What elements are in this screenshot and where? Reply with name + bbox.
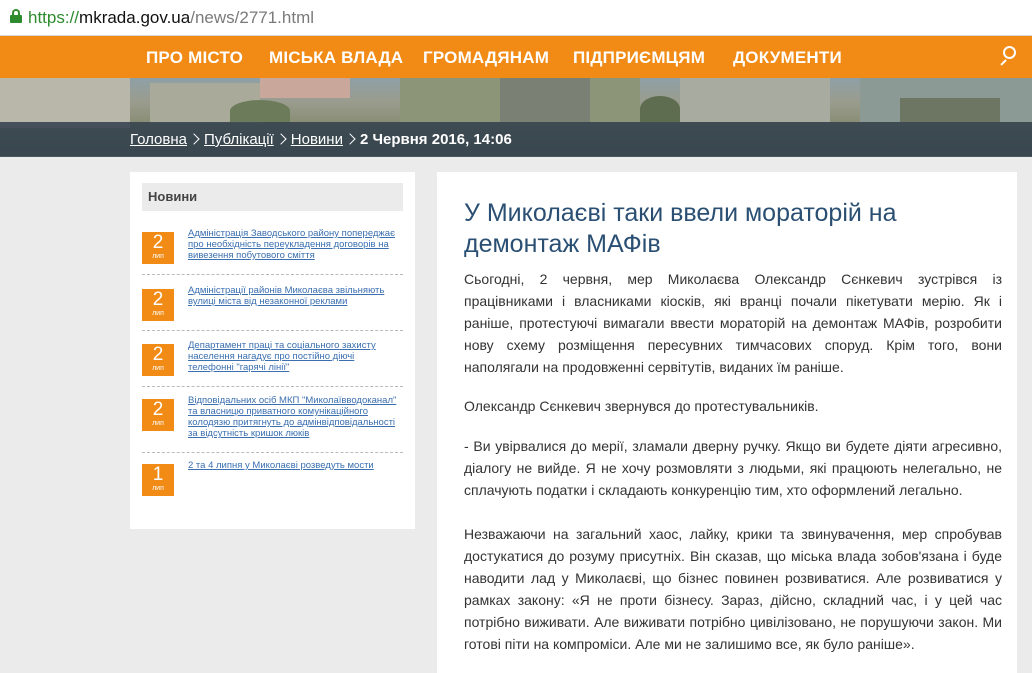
news-link[interactable]: 2 та 4 липня у Миколаєві розведуть мости [188, 460, 402, 471]
news-list-item[interactable]: 2 лип Департамент праці та соціального з… [142, 340, 403, 387]
date-badge: 2 лип [142, 344, 174, 376]
url-path: /news/2771.html [190, 8, 315, 27]
date-day: 2 [152, 232, 164, 253]
url-text[interactable]: https://mkrada.gov.ua/news/2771.html [28, 8, 314, 28]
address-bar[interactable]: https://mkrada.gov.ua/news/2771.html [0, 0, 1032, 36]
search-icon[interactable] [998, 46, 1018, 66]
article-paragraph: - Ви увірвалися до мерії, зламали дверну… [464, 438, 1002, 498]
breadcrumb-news[interactable]: Новини [291, 131, 343, 148]
url-scheme: https:// [28, 8, 80, 27]
date-day: 2 [152, 344, 164, 365]
lock-icon [10, 9, 22, 23]
article-paragraph: Олександр Сєнкевич звернувся до протесту… [464, 398, 819, 414]
date-badge: 2 лип [142, 232, 174, 264]
article-title: У Миколаєві таки ввели мораторій на демо… [464, 199, 897, 258]
chevron-right-icon [275, 133, 287, 145]
nav-item-citizens[interactable]: ГРОМАДЯНАМ [423, 48, 549, 68]
news-list-item[interactable]: 1 лип 2 та 4 липня у Миколаєві розведуть… [142, 460, 403, 504]
date-day: 1 [152, 464, 164, 485]
date-month: лип [152, 310, 164, 317]
date-day: 2 [152, 289, 164, 310]
sidebar-title: Новини [148, 189, 198, 204]
main-nav: ПРО МІСТО МІСЬКА ВЛАДА ГРОМАДЯНАМ ПІДПРИ… [0, 36, 1032, 78]
nav-item-entrepreneurs[interactable]: ПІДПРИЄМЦЯМ [573, 48, 705, 68]
date-badge: 2 лип [142, 289, 174, 321]
article-panel: У Миколаєві таки ввели мораторій на демо… [437, 172, 1017, 673]
sidebar-header: Новини [142, 183, 403, 211]
news-link[interactable]: Адміністрація Заводського району поперед… [188, 228, 402, 261]
nav-item-about-city[interactable]: ПРО МІСТО [146, 48, 243, 68]
news-sidebar: Новини 2 лип Адміністрація Заводського р… [130, 172, 415, 529]
nav-item-documents[interactable]: ДОКУМЕНТИ [733, 48, 842, 68]
article-paragraph: Сьогодні, 2 червня, мер Миколаєва Олекса… [464, 271, 1002, 375]
date-month: лип [152, 420, 164, 427]
breadcrumb-bar: Головна Публікації Новини 2 Червня 2016, 14… [0, 122, 1032, 157]
article-paragraph: Незважаючи на загальний хаос, лайку, кри… [464, 526, 1002, 652]
date-badge: 1 лип [142, 464, 174, 496]
breadcrumb-home[interactable]: Головна [130, 131, 187, 148]
date-badge: 2 лип [142, 399, 174, 431]
date-month: лип [152, 365, 164, 372]
breadcrumb: Головна Публікації Новини 2 Червня 2016, 14… [130, 131, 512, 148]
breadcrumb-current: 2 Червня 2016, 14:06 [359, 131, 512, 148]
news-list-item[interactable]: 2 лип Адміністрація Заводського району п… [142, 228, 403, 275]
date-month: лип [152, 485, 164, 492]
date-day: 2 [152, 399, 164, 420]
date-month: лип [152, 253, 164, 260]
news-list-item[interactable]: 2 лип Адміністрації районів Миколаєва зв… [142, 285, 403, 331]
chevron-right-icon [188, 133, 200, 145]
nav-item-city-government[interactable]: МІСЬКА ВЛАДА [269, 48, 403, 68]
url-host: mkrada.gov.ua [79, 8, 191, 27]
breadcrumb-publications[interactable]: Публікації [204, 131, 274, 148]
news-link[interactable]: Відповідальних осіб МКП "Миколаївводокан… [188, 395, 402, 439]
news-link[interactable]: Адміністрації районів Миколаєва звільняю… [188, 285, 402, 307]
chevron-right-icon [344, 133, 356, 145]
news-list-item[interactable]: 2 лип Відповідальних осіб МКП "Миколаївв… [142, 395, 403, 453]
news-link[interactable]: Департамент праці та соціального захисту… [188, 340, 402, 373]
